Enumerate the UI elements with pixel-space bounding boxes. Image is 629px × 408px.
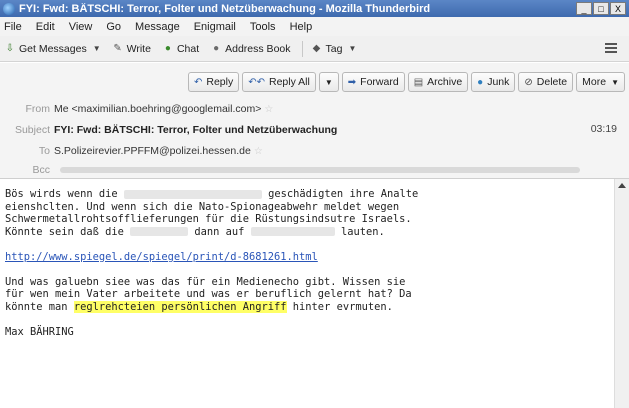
tag-button[interactable]: ◆ Tag ▼ [311,43,357,55]
archive-label: Archive [427,76,463,88]
archive-icon: ▤ [413,76,424,88]
junk-icon: ● [477,76,484,88]
menu-edit[interactable]: Edit [36,21,55,33]
spiegel-link[interactable]: http://www.spiegel.de/spiegel/print/d-86… [5,251,614,264]
main-toolbar: ⇩ Get Messages ▼ ✎ Write ● Chat ● Addres… [0,36,629,62]
menu-go[interactable]: Go [106,21,121,33]
menu-view[interactable]: View [69,21,93,33]
address-book-button[interactable]: ● Address Book [210,43,290,55]
reply-menu-button[interactable]: ▼ [318,72,339,92]
chevron-down-icon[interactable]: ▼ [93,44,101,53]
to-row: To S.Polizeirevier.PPFFM@polizei.hessen.… [0,143,263,159]
delete-label: Delete [536,76,568,88]
address-book-label: Address Book [225,42,291,55]
bcc-row: Bcc [0,162,580,178]
scroll-up-icon[interactable] [618,183,626,188]
write-label: Write [126,42,151,55]
download-icon: ⇩ [5,42,15,54]
bcc-label: Bcc [32,164,50,176]
from-label: From [25,103,51,115]
pencil-icon: ✎ [113,42,122,54]
reply-all-button[interactable]: ↶↶ Reply All [242,72,316,92]
to-label: To [38,145,50,157]
menu-bar: File Edit View Go Message Enigmail Tools… [0,17,629,36]
subject-value: FYI: Fwd: BÄTSCHI: Terror, Folter und Ne… [54,124,338,136]
bcc-redacted [60,167,580,173]
chat-bubble-icon: ● [164,42,171,54]
body-line: könnte man reglrehcteien persönlichen An… [5,300,393,313]
write-button[interactable]: ✎ Write [112,43,151,55]
app-menu-icon[interactable] [605,43,617,53]
menu-file[interactable]: File [4,21,22,33]
get-messages-button[interactable]: ⇩ Get Messages ▼ [4,43,101,55]
body-line: eienshclten. Und wenn sich die Nato-Spio… [5,200,400,213]
message-actions: ↶ Reply ↶↶ Reply All ▼ ➡ Forward ▤ Archi… [187,72,625,92]
get-messages-label: Get Messages [19,42,87,55]
body-line: Und was galuebn siee was das für ein Med… [5,275,406,288]
body-line: Könnte sein daß die dann auf lauten. [5,225,385,238]
thunderbird-icon [3,2,15,15]
forward-icon: ➡ [347,76,357,88]
signature: Max BÄHRING [5,325,74,338]
reply-icon: ↶ [193,76,203,88]
more-button[interactable]: More ▼ [576,72,625,92]
delete-icon: ⊘ [524,76,533,88]
redacted-text [250,227,335,236]
close-button[interactable]: X [610,2,626,15]
chat-label: Chat [176,42,200,55]
window-controls: _ □ X [576,2,626,15]
tag-label: Tag [325,42,343,55]
chevron-down-icon: ▼ [324,77,333,87]
chat-button[interactable]: ● Chat [162,43,199,55]
subject-label: Subject [14,124,50,136]
reply-all-label: Reply All [269,76,310,88]
reply-button[interactable]: ↶ Reply [187,72,240,92]
redacted-text [123,189,262,199]
person-icon: ● [213,42,220,54]
redacted-text [130,227,189,236]
chevron-down-icon: ▼ [611,77,619,87]
subject-row: Subject FYI: Fwd: BÄTSCHI: Terror, Folte… [0,122,337,138]
message-header: ↶ Reply ↶↶ Reply All ▼ ➡ Forward ▤ Archi… [0,63,629,179]
window-title: FYI: Fwd: BÄTSCHI: Terror, Folter und Ne… [19,2,431,15]
chevron-down-icon: ▼ [348,44,357,53]
junk-label: Junk [487,76,510,88]
toolbar-divider [301,40,303,57]
to-value[interactable]: S.Polizeirevier.PPFFM@polizei.hessen.de [54,145,251,157]
archive-button[interactable]: ▤ Archive [407,72,469,92]
menu-message[interactable]: Message [135,21,180,33]
delete-button[interactable]: ⊘ Delete [518,72,574,92]
forward-button[interactable]: ➡ Forward [341,72,405,92]
tag-icon: ◆ [312,42,321,54]
from-row: From Me <maximilian.boehring@googlemail.… [0,101,274,117]
menu-enigmail[interactable]: Enigmail [194,21,236,33]
message-body: Bös wirds wenn die geschädigten ihre Ana… [0,179,614,408]
forward-label: Forward [360,76,399,88]
highlighted-text: reglrehcteien persönlichen Angriff [73,300,287,313]
star-icon[interactable]: ☆ [264,104,273,115]
menu-help[interactable]: Help [290,21,313,33]
title-bar: FYI: Fwd: BÄTSCHI: Terror, Folter und Ne… [0,0,629,17]
star-icon[interactable]: ☆ [254,146,263,157]
body-line: für wen mein Vater arbeitete und was er … [5,288,412,300]
vertical-scrollbar[interactable] [614,179,629,408]
reply-all-icon: ↶↶ [248,76,265,88]
reply-label: Reply [206,76,234,88]
body-line: Schwermetallrohtsofflieferungen für die … [5,213,412,225]
junk-button[interactable]: ● Junk [471,72,516,92]
minimize-button[interactable]: _ [576,2,592,15]
body-line: Bös wirds wenn die geschädigten ihre Ana… [5,188,419,200]
menu-tools[interactable]: Tools [250,21,276,33]
maximize-button[interactable]: □ [593,2,609,15]
message-time: 03:19 [590,123,617,135]
from-value[interactable]: Me <maximilian.boehring@googlemail.com> [54,103,261,115]
more-label: More [582,76,607,88]
